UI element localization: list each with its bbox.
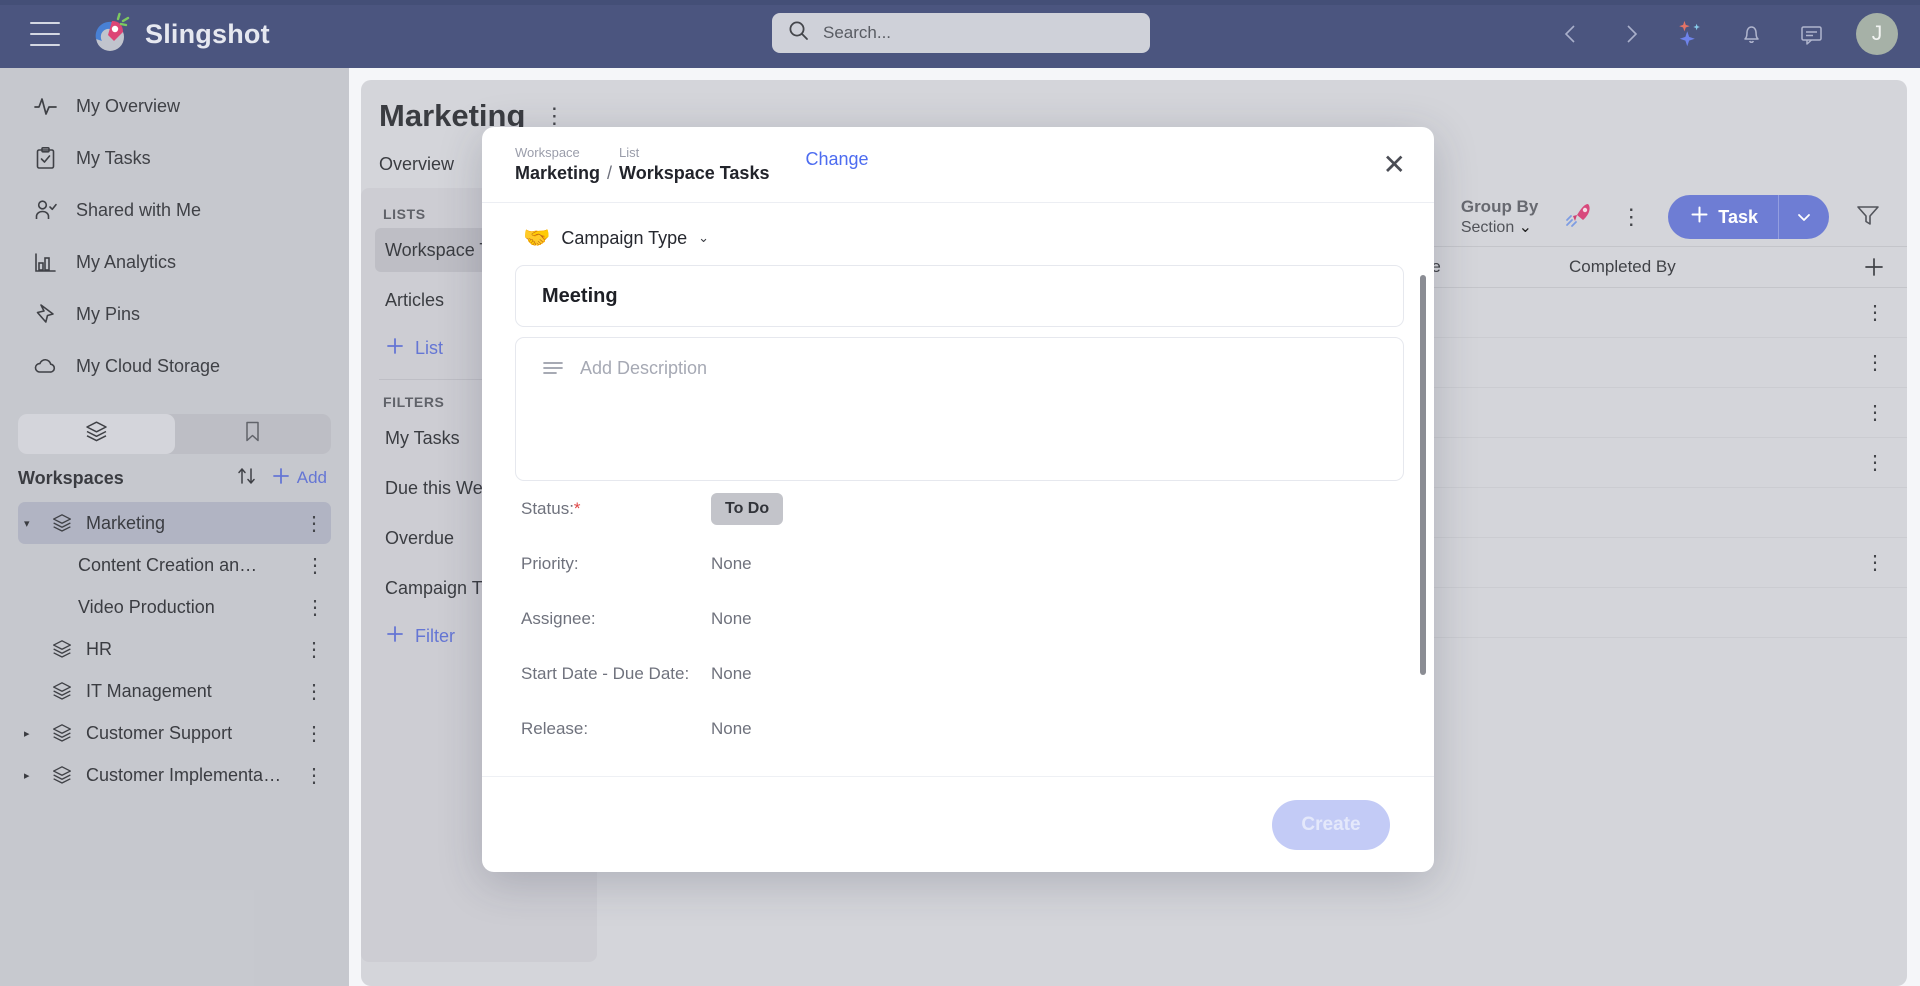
priority-value[interactable]: None [711,554,752,574]
change-destination-link[interactable]: Change [805,149,868,180]
task-description-input[interactable]: Add Description [515,337,1404,481]
field-status: Status:* To Do [515,481,1404,536]
modal-scrollbar[interactable] [1420,275,1426,675]
breadcrumb-workspace[interactable]: Workspace Marketing [515,144,600,185]
chevron-down-icon: ⌄ [698,230,710,245]
field-label: Priority: [521,553,579,573]
breadcrumb: Workspace Marketing / List Workspace Tas… [515,144,769,185]
breadcrumb-workspace-value: Marketing [515,163,601,184]
create-button[interactable]: Create [1272,799,1390,850]
modal-footer: Create [482,776,1434,872]
release-value[interactable]: None [711,719,752,739]
field-label: Status:* [521,498,581,518]
breadcrumb-list[interactable]: List Workspace Tasks [619,144,769,185]
campaign-type-selector[interactable]: 🤝 Campaign Type ⌄ [515,203,1404,265]
modal-header: Workspace Marketing / List Workspace Tas… [482,127,1434,203]
breadcrumb-workspace-caption: Workspace [515,145,580,161]
handshake-icon: 🤝 [523,225,551,250]
breadcrumb-separator: / [607,162,613,183]
field-priority: Priority: None [515,536,1404,591]
close-icon[interactable]: ✕ [1383,150,1406,179]
breadcrumb-list-caption: List [619,145,640,161]
status-chip[interactable]: To Do [711,492,784,525]
task-title-input[interactable]: Meeting [515,265,1404,327]
campaign-type-label: Campaign Type [561,227,688,248]
assignee-value[interactable]: None [711,609,752,629]
date-range-value[interactable]: None [711,664,752,684]
field-label: Start Date - Due Date: [521,663,690,683]
field-release: Release: None [515,701,1404,756]
description-placeholder: Add Description [580,358,708,378]
modal-body: 🤝 Campaign Type ⌄ Meeting Add Descriptio… [482,203,1434,776]
field-label: Assignee: [521,608,596,628]
field-label: Release: [521,718,589,738]
field-start-due-date: Start Date - Due Date: None [515,646,1404,701]
breadcrumb-list-value: Workspace Tasks [619,163,770,184]
description-lines-icon [542,358,564,385]
required-asterisk: * [573,498,581,518]
create-task-modal: Workspace Marketing / List Workspace Tas… [482,127,1434,872]
field-assignee: Assignee: None [515,591,1404,646]
